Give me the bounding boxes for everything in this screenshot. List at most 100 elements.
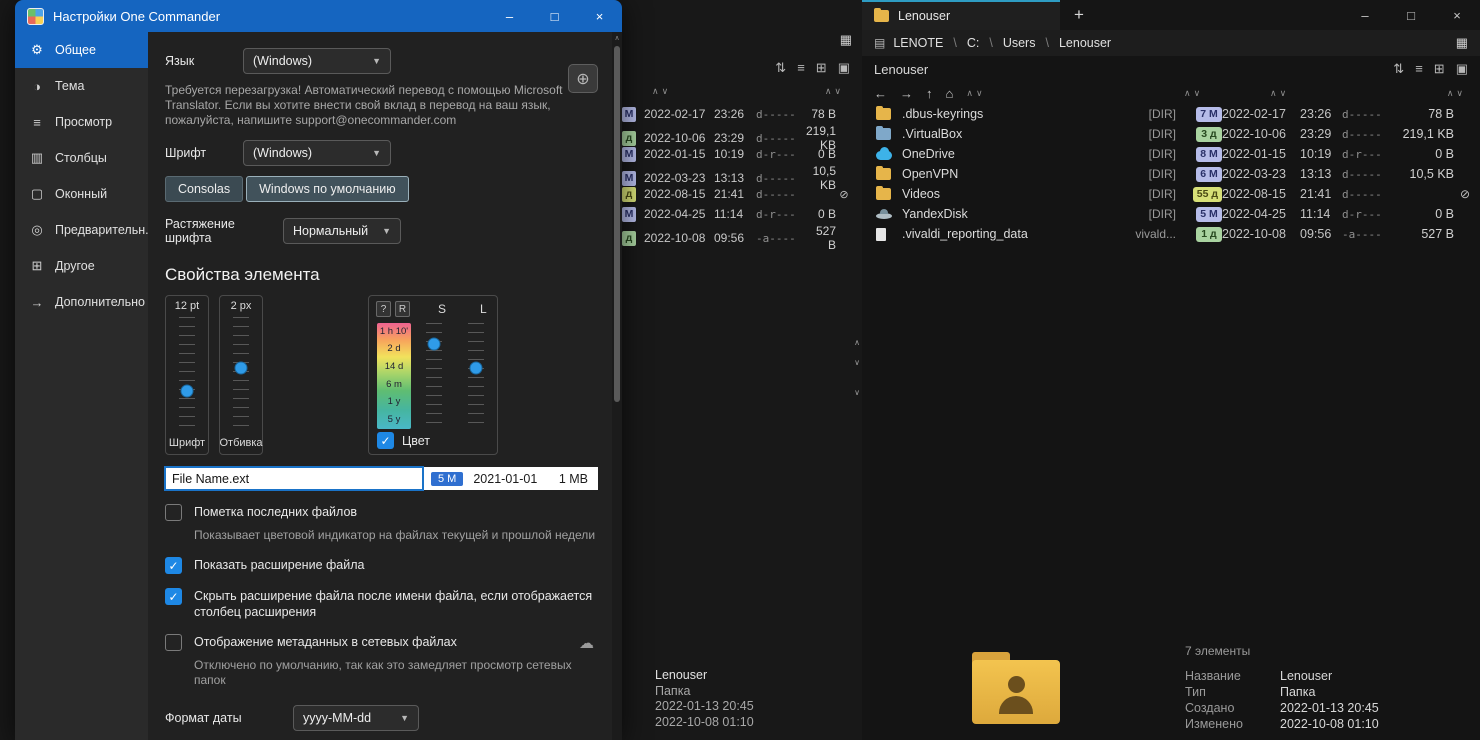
splitter-arrow-icon[interactable]: ∧: [854, 338, 860, 347]
font-stretch-select[interactable]: Нормальный ▼: [283, 218, 401, 244]
maximize-button[interactable]: □: [532, 0, 577, 32]
pane-splitter[interactable]: ∧ ∨ ∨: [852, 30, 862, 740]
up-button[interactable]: ↑: [926, 86, 933, 101]
padding-slider[interactable]: [233, 317, 249, 433]
saturation-slider[interactable]: [426, 323, 442, 429]
sidebar-item-icon: ≡: [29, 115, 45, 130]
breadcrumb-item[interactable]: C:: [967, 36, 980, 50]
slider-thumb[interactable]: [235, 362, 248, 375]
splitter-arrow-icon[interactable]: ∨: [854, 388, 860, 397]
back-button[interactable]: ←: [874, 86, 887, 101]
sidebar-item[interactable]: ◑ Тема: [15, 68, 148, 104]
file-row[interactable]: YandexDisk [DIR] 5 M 2022-04-25 11:14 d-…: [862, 204, 1480, 224]
splitter-arrow-icon[interactable]: ∨: [854, 358, 860, 367]
file-row[interactable]: .VirtualBox [DIR] 3 д 2022-10-06 23:29 d…: [862, 124, 1480, 144]
file-row[interactable]: .vivaldi_reporting_data vivald... 1 д 20…: [862, 224, 1480, 244]
sidebar-item[interactable]: ▥ Столбцы: [15, 140, 148, 176]
slider-thumb[interactable]: [428, 338, 441, 351]
column-sort-arrows[interactable]: ∧∨: [1270, 88, 1289, 99]
minimize-button[interactable]: –: [1342, 0, 1388, 30]
maximize-button[interactable]: □: [1388, 0, 1434, 30]
help-button[interactable]: ?: [376, 301, 391, 317]
reset-button[interactable]: R: [395, 301, 410, 317]
panel-layout-icon[interactable]: ▦: [1456, 35, 1468, 51]
sidebar-item[interactable]: ⊞ Другое: [15, 248, 148, 284]
selected-folder-preview-icon: [972, 652, 1060, 726]
new-tab-button[interactable]: +: [1060, 0, 1098, 30]
new-item-icon[interactable]: ⊞: [816, 60, 827, 76]
file-row[interactable]: д 2022-10-06 23:29 d----- 219,1 KB ⊘: [622, 124, 852, 144]
sidebar-item-icon: ▥: [29, 150, 45, 166]
file-row[interactable]: M 2022-04-25 11:14 d-r--- 0 B ⊘: [622, 204, 852, 224]
forward-button[interactable]: →: [900, 86, 913, 101]
slider-thumb[interactable]: [470, 361, 483, 374]
file-row[interactable]: OpenVPN [DIR] 6 M 2022-03-23 13:13 d----…: [862, 164, 1480, 184]
font-consolas-button[interactable]: Consolas: [165, 176, 243, 202]
sort-icon[interactable]: ⇅: [775, 60, 786, 76]
font-windows-default-button[interactable]: Windows по умолчанию: [246, 176, 409, 202]
breadcrumb-item[interactable]: Lenouser: [1059, 36, 1111, 50]
translate-button[interactable]: ⊕: [568, 64, 598, 93]
file-row[interactable]: M 2022-01-15 10:19 d-r--- 0 B ⊘: [622, 144, 852, 164]
column-sort-arrows[interactable]: ∧∨: [966, 88, 985, 99]
clipboard-icon[interactable]: ▣: [1456, 61, 1468, 77]
panel-layout-icon[interactable]: ▦: [840, 32, 852, 48]
file-row[interactable]: OneDrive [DIR] 8 M 2022-01-15 10:19 d-r-…: [862, 144, 1480, 164]
column-sort-arrows[interactable]: ∧∨: [652, 86, 671, 97]
sidebar-item[interactable]: ⚙ Общее: [15, 32, 148, 68]
close-button[interactable]: ×: [1434, 0, 1480, 30]
hide-extension-checkbox[interactable]: ✓: [165, 588, 182, 605]
slider-thumb[interactable]: [181, 385, 194, 398]
tab-lenouser[interactable]: Lenouser: [862, 0, 1060, 30]
dialog-title: Настройки One Commander: [53, 9, 220, 24]
font-select[interactable]: (Windows) ▼: [243, 140, 391, 166]
column-sort-arrows[interactable]: ∧∨: [1184, 88, 1203, 99]
list-view-icon[interactable]: ≡: [1415, 61, 1423, 77]
apps-icon[interactable]: ▤: [874, 36, 885, 50]
file-row[interactable]: .dbus-keyrings [DIR] 7 M 2022-02-17 23:2…: [862, 104, 1480, 124]
sidebar-item[interactable]: ≡ Просмотр: [15, 104, 148, 140]
mark-recent-files-label: Пометка последних файлов: [194, 504, 357, 520]
network-metadata-checkbox[interactable]: [165, 634, 182, 651]
file-row[interactable]: Videos [DIR] 55 д 2022-08-15 21:41 d----…: [862, 184, 1480, 204]
file-row[interactable]: M 2022-03-23 13:13 d----- 10,5 KB ⊘: [622, 164, 852, 184]
column-sort-arrows[interactable]: ∧∨: [825, 86, 844, 97]
breadcrumb-item[interactable]: LENOTE: [893, 36, 943, 50]
sidebar-item[interactable]: ▢ Оконный: [15, 176, 148, 212]
date-format-select[interactable]: yyyy-MM-dd ▼: [293, 705, 419, 731]
breadcrumb-item[interactable]: Users: [1003, 36, 1036, 50]
list-view-icon[interactable]: ≡: [797, 60, 805, 76]
file-row[interactable]: M 2022-02-17 23:26 d----- 78 B ⊘: [622, 104, 852, 124]
check-icon: ✓: [168, 558, 178, 574]
minimize-button[interactable]: –: [487, 0, 532, 32]
lightness-label: L: [480, 302, 487, 316]
file-date: 2022-08-15: [638, 187, 714, 201]
language-select[interactable]: (Windows) ▼: [243, 48, 391, 74]
file-row[interactable]: д 2022-10-08 09:56 -a---- 527 B ⊘: [622, 224, 852, 244]
file-attrs: d-----: [1342, 188, 1396, 201]
lightness-slider[interactable]: [468, 323, 484, 429]
column-sort-arrows[interactable]: ∧∨: [1447, 88, 1466, 99]
scroll-up-icon[interactable]: ∧: [612, 34, 622, 42]
file-name: Videos: [902, 187, 1126, 201]
font-size-slider[interactable]: [179, 317, 195, 433]
home-button[interactable]: ⌂: [946, 86, 954, 101]
sidebar-item[interactable]: ◎ Предварительн...: [15, 212, 148, 248]
preview-file-name-input[interactable]: File Name.ext: [165, 467, 423, 490]
dialog-body: ⚙ Общее ◑ Тема ≡ Просмотр ▥: [15, 32, 622, 740]
file-time: 09:56: [714, 231, 756, 245]
sidebar-item[interactable]: → Дополнительно: [15, 284, 148, 320]
color-checkbox[interactable]: ✓: [377, 432, 394, 449]
new-item-icon[interactable]: ⊞: [1434, 61, 1445, 77]
scrollbar-thumb[interactable]: [614, 46, 620, 402]
scale-label: 14 d: [377, 362, 411, 372]
close-button[interactable]: ×: [577, 0, 622, 32]
dialog-titlebar[interactable]: Настройки One Commander – □ ×: [15, 0, 622, 32]
show-extension-checkbox[interactable]: ✓: [165, 557, 182, 574]
file-date: 2022-10-08: [1222, 227, 1300, 241]
mark-recent-files-checkbox[interactable]: [165, 504, 182, 521]
font-size-value: 12 pt: [175, 300, 199, 312]
sort-icon[interactable]: ⇅: [1393, 61, 1404, 77]
clipboard-icon[interactable]: ▣: [838, 60, 850, 76]
dialog-scrollbar[interactable]: ∧: [612, 32, 622, 740]
